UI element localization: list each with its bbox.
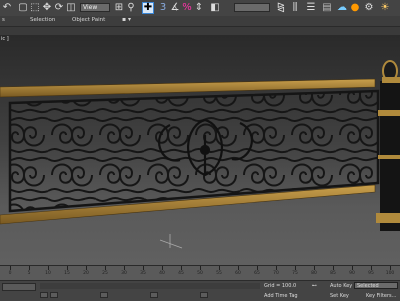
key-mode-icon[interactable]: ⊷	[312, 283, 317, 289]
render-setup-icon[interactable]: ⚙	[364, 2, 374, 14]
timeline-tick-label: 65	[254, 271, 260, 276]
timeline-tick	[257, 266, 258, 270]
timeline-tick	[295, 266, 296, 270]
view-dropdown-value: View	[83, 4, 98, 11]
timeline-tick-label: 0	[8, 271, 12, 276]
timeline-tick	[352, 266, 353, 270]
timeline-tick	[29, 266, 30, 270]
timeline-tick	[48, 266, 49, 270]
timeline-tick-label: 70	[273, 271, 279, 276]
main-toolbar: ↶ ▢ ⬚ ✥ ⟳ ◫ View ⊞ ⚲ ✚ 3 ∡ % ⇕ ◧ ⧎ ⫼ ☰ ▤…	[0, 0, 400, 17]
timeline-tick	[162, 266, 163, 270]
mirror-icon[interactable]: ⧎	[276, 2, 286, 14]
undo-icon[interactable]: ↶	[2, 2, 12, 14]
material-editor-icon[interactable]: ●	[350, 2, 360, 14]
scale-icon[interactable]: ◫	[66, 2, 76, 14]
timeline-tick-label: 90	[349, 271, 355, 276]
move-icon[interactable]: ✥	[42, 2, 52, 14]
selection-set-dropdown[interactable]: Selected	[354, 282, 398, 289]
lock-selection-button[interactable]	[40, 292, 48, 298]
timeline-tick-label: 80	[311, 271, 317, 276]
select-region-icon[interactable]: ⬚	[30, 2, 40, 14]
pivot-icon[interactable]: ⊞	[114, 2, 124, 14]
snap-toggle-icon[interactable]: 3	[158, 2, 168, 14]
absolute-mode-button[interactable]	[50, 292, 58, 298]
timeline-tick	[181, 266, 182, 270]
timeline-tick-label: 35	[140, 271, 146, 276]
timeline-tick	[200, 266, 201, 270]
align-icon[interactable]: ⫼	[290, 2, 300, 14]
key-filters-button[interactable]: Key Filters...	[366, 293, 396, 299]
newel-post	[376, 60, 400, 231]
auto-key-button[interactable]: Auto Key	[330, 283, 352, 289]
coord-x-field[interactable]	[100, 292, 108, 298]
timeline-tick	[219, 266, 220, 270]
timeline-tick-label: 55	[216, 271, 222, 276]
select-object-icon[interactable]: ▢	[18, 2, 28, 14]
ribbon-options-icon[interactable]: ▪ ▾	[122, 16, 131, 23]
timeline-tick	[333, 266, 334, 270]
select-and-manipulate-icon[interactable]: ✚	[142, 2, 154, 14]
timeline-tick	[276, 266, 277, 270]
percent-snap-icon[interactable]: %	[182, 2, 192, 14]
timeline-tick-label: 40	[159, 271, 165, 276]
timeline-tick-label: 95	[368, 271, 374, 276]
link-icon[interactable]: ⚲	[126, 2, 136, 14]
add-time-tag-button[interactable]: Add Time Tag	[264, 293, 298, 299]
timeline-tick	[314, 266, 315, 270]
timeline-tick-label: 15	[64, 271, 70, 276]
transform-gizmo	[159, 234, 183, 249]
reference-coordinate-dropdown[interactable]: View	[80, 3, 110, 12]
ribbon-tabs: s Selection Object Paint ▪ ▾	[0, 16, 400, 27]
timeline-tick-label: 30	[121, 271, 127, 276]
rotate-icon[interactable]: ⟳	[54, 2, 64, 14]
timeline-tick-label: 85	[330, 271, 336, 276]
grid-size-label: Grid = 100.0	[264, 283, 297, 289]
timeline-tick	[390, 266, 391, 270]
timeline-tick	[105, 266, 106, 270]
timeline-tick-label: 5	[27, 271, 31, 276]
spinner-snap-icon[interactable]: ⇕	[194, 2, 204, 14]
layer-manager-icon[interactable]: ☰	[306, 2, 316, 14]
selection-set-value: Selected	[357, 283, 379, 289]
render-icon[interactable]: ☀	[380, 2, 390, 14]
perspective-viewport[interactable]: ic ]	[0, 35, 400, 265]
coord-z-field[interactable]	[200, 292, 208, 298]
prompt-line	[40, 283, 260, 289]
timeline-tick	[371, 266, 372, 270]
railing-scene	[0, 60, 400, 249]
timeline-tick-label: 10	[45, 271, 51, 276]
timeline-tick	[143, 266, 144, 270]
timeline-tick-label: 20	[83, 271, 89, 276]
maxscript-listener[interactable]	[2, 283, 36, 291]
track-bar[interactable]: 0 5 10 15 20 25 30 35 40 45 50 55 60 65 70 75 80 85 90 95 10…	[0, 265, 400, 281]
schematic-view-icon[interactable]: ☁	[336, 2, 348, 14]
timeline-tick-label: 50	[197, 271, 203, 276]
timeline-tick	[86, 266, 87, 270]
timeline-tick-label: 45	[178, 271, 184, 276]
graph-editors-icon[interactable]: ▤	[322, 2, 332, 14]
ribbon-tab-label[interactable]: s	[2, 17, 5, 23]
angle-snap-icon[interactable]: ∡	[170, 2, 180, 14]
set-key-button[interactable]: Set Key	[330, 293, 349, 299]
timeline-tick	[10, 266, 11, 270]
ribbon-tab-object-paint[interactable]: Object Paint	[72, 17, 105, 23]
timeline-tick	[67, 266, 68, 270]
ribbon-tab-selection[interactable]: Selection	[30, 17, 55, 23]
timeline-tick	[124, 266, 125, 270]
timeline-tick-label: 25	[102, 271, 108, 276]
timeline-tick	[238, 266, 239, 270]
timeline-tick-label: 100	[385, 271, 395, 276]
named-selection-sets-dropdown[interactable]	[234, 3, 270, 12]
timeline-tick-label: 60	[235, 271, 241, 276]
coord-y-field[interactable]	[150, 292, 158, 298]
named-selection-icon[interactable]: ◧	[210, 2, 220, 14]
status-bar: Grid = 100.0 Add Time Tag ⊷ Auto Key Sel…	[0, 280, 400, 301]
timeline-tick-label: 75	[292, 271, 298, 276]
